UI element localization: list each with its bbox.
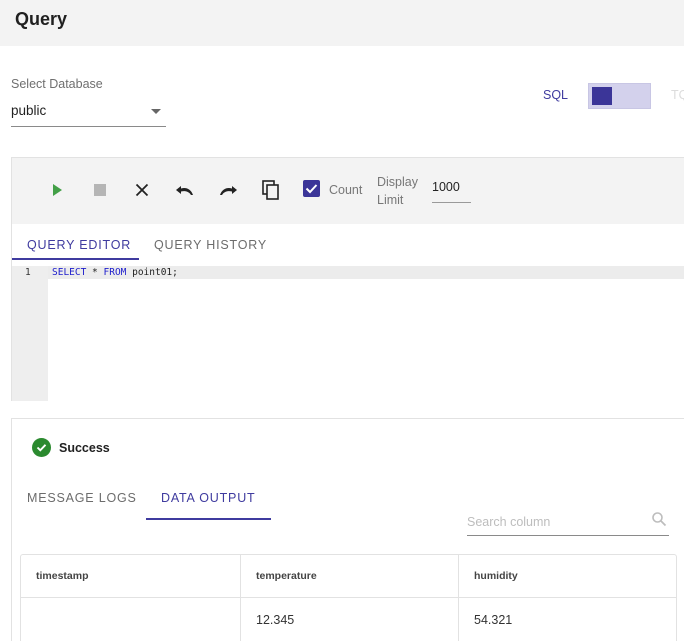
- editor-toolbar: Count Display Limit 1000: [12, 158, 684, 224]
- database-select-value: public: [11, 103, 47, 118]
- tab-data-output[interactable]: DATA OUTPUT: [161, 491, 255, 505]
- copy-icon: [262, 180, 279, 200]
- column-header[interactable]: temperature: [241, 555, 459, 598]
- page-title: Query: [15, 9, 68, 29]
- code-line: SELECT * FROM point01;: [52, 267, 178, 278]
- table-cell: 12.345: [241, 598, 459, 641]
- play-icon: [53, 184, 62, 196]
- tab-message-logs[interactable]: MESSAGE LOGS: [27, 491, 137, 505]
- column-header[interactable]: humidity: [459, 555, 678, 598]
- mode-sql-label: SQL: [543, 88, 569, 102]
- line-number: 1: [25, 267, 31, 278]
- database-select-label: Select Database: [11, 77, 103, 91]
- page-header: Query: [0, 0, 684, 46]
- table-cell: [21, 598, 241, 641]
- result-card: Success MESSAGE LOGS DATA OUTPUT Search …: [11, 418, 684, 641]
- stop-button[interactable]: [88, 178, 112, 202]
- database-select[interactable]: public: [11, 98, 166, 127]
- caret-down-icon: [151, 109, 161, 114]
- sql-code-editor[interactable]: 1 SELECT * FROM point01;: [12, 266, 684, 401]
- count-checkbox[interactable]: [303, 180, 320, 197]
- toggle-knob: [592, 87, 612, 105]
- close-icon: [135, 183, 149, 197]
- mode-tql-label: TQL: [671, 88, 684, 102]
- redo-icon: [220, 186, 237, 195]
- column-header[interactable]: timestamp: [21, 555, 241, 598]
- table-cell: 54.321: [474, 613, 513, 627]
- display-limit-label: Display Limit: [377, 175, 418, 207]
- sql-keyword: SELECT: [52, 267, 87, 278]
- success-check-icon: [32, 438, 51, 457]
- copy-button[interactable]: [259, 178, 283, 202]
- sql-keyword: FROM: [103, 267, 127, 278]
- tab-query-editor[interactable]: QUERY EDITOR: [27, 238, 131, 252]
- line-number-gutter: [12, 266, 48, 401]
- check-icon: [305, 184, 318, 194]
- undo-button[interactable]: [173, 178, 197, 202]
- active-tab-indicator: [146, 518, 271, 520]
- code-text: point01;: [126, 267, 178, 278]
- column-search-input[interactable]: Search column: [467, 509, 669, 536]
- tab-query-history[interactable]: QUERY HISTORY: [154, 238, 267, 252]
- search-icon: [652, 512, 667, 527]
- search-placeholder: Search column: [467, 515, 551, 529]
- code-text: *: [86, 267, 104, 278]
- display-limit-input[interactable]: 1000: [432, 177, 471, 203]
- data-output-table: timestamp temperature humidity 12.345 54…: [20, 554, 677, 641]
- table-header-row: timestamp temperature humidity: [21, 555, 676, 598]
- query-mode-toggle[interactable]: [588, 83, 651, 109]
- run-button[interactable]: [45, 178, 69, 202]
- active-tab-indicator: [12, 258, 139, 260]
- clear-button[interactable]: [130, 178, 154, 202]
- result-status: Success: [59, 441, 110, 455]
- stop-icon: [94, 184, 106, 196]
- undo-icon: [176, 186, 193, 195]
- redo-button[interactable]: [216, 178, 240, 202]
- count-label: Count: [329, 183, 363, 197]
- query-editor-card: Count Display Limit 1000 QUERY EDITOR QU…: [11, 157, 684, 401]
